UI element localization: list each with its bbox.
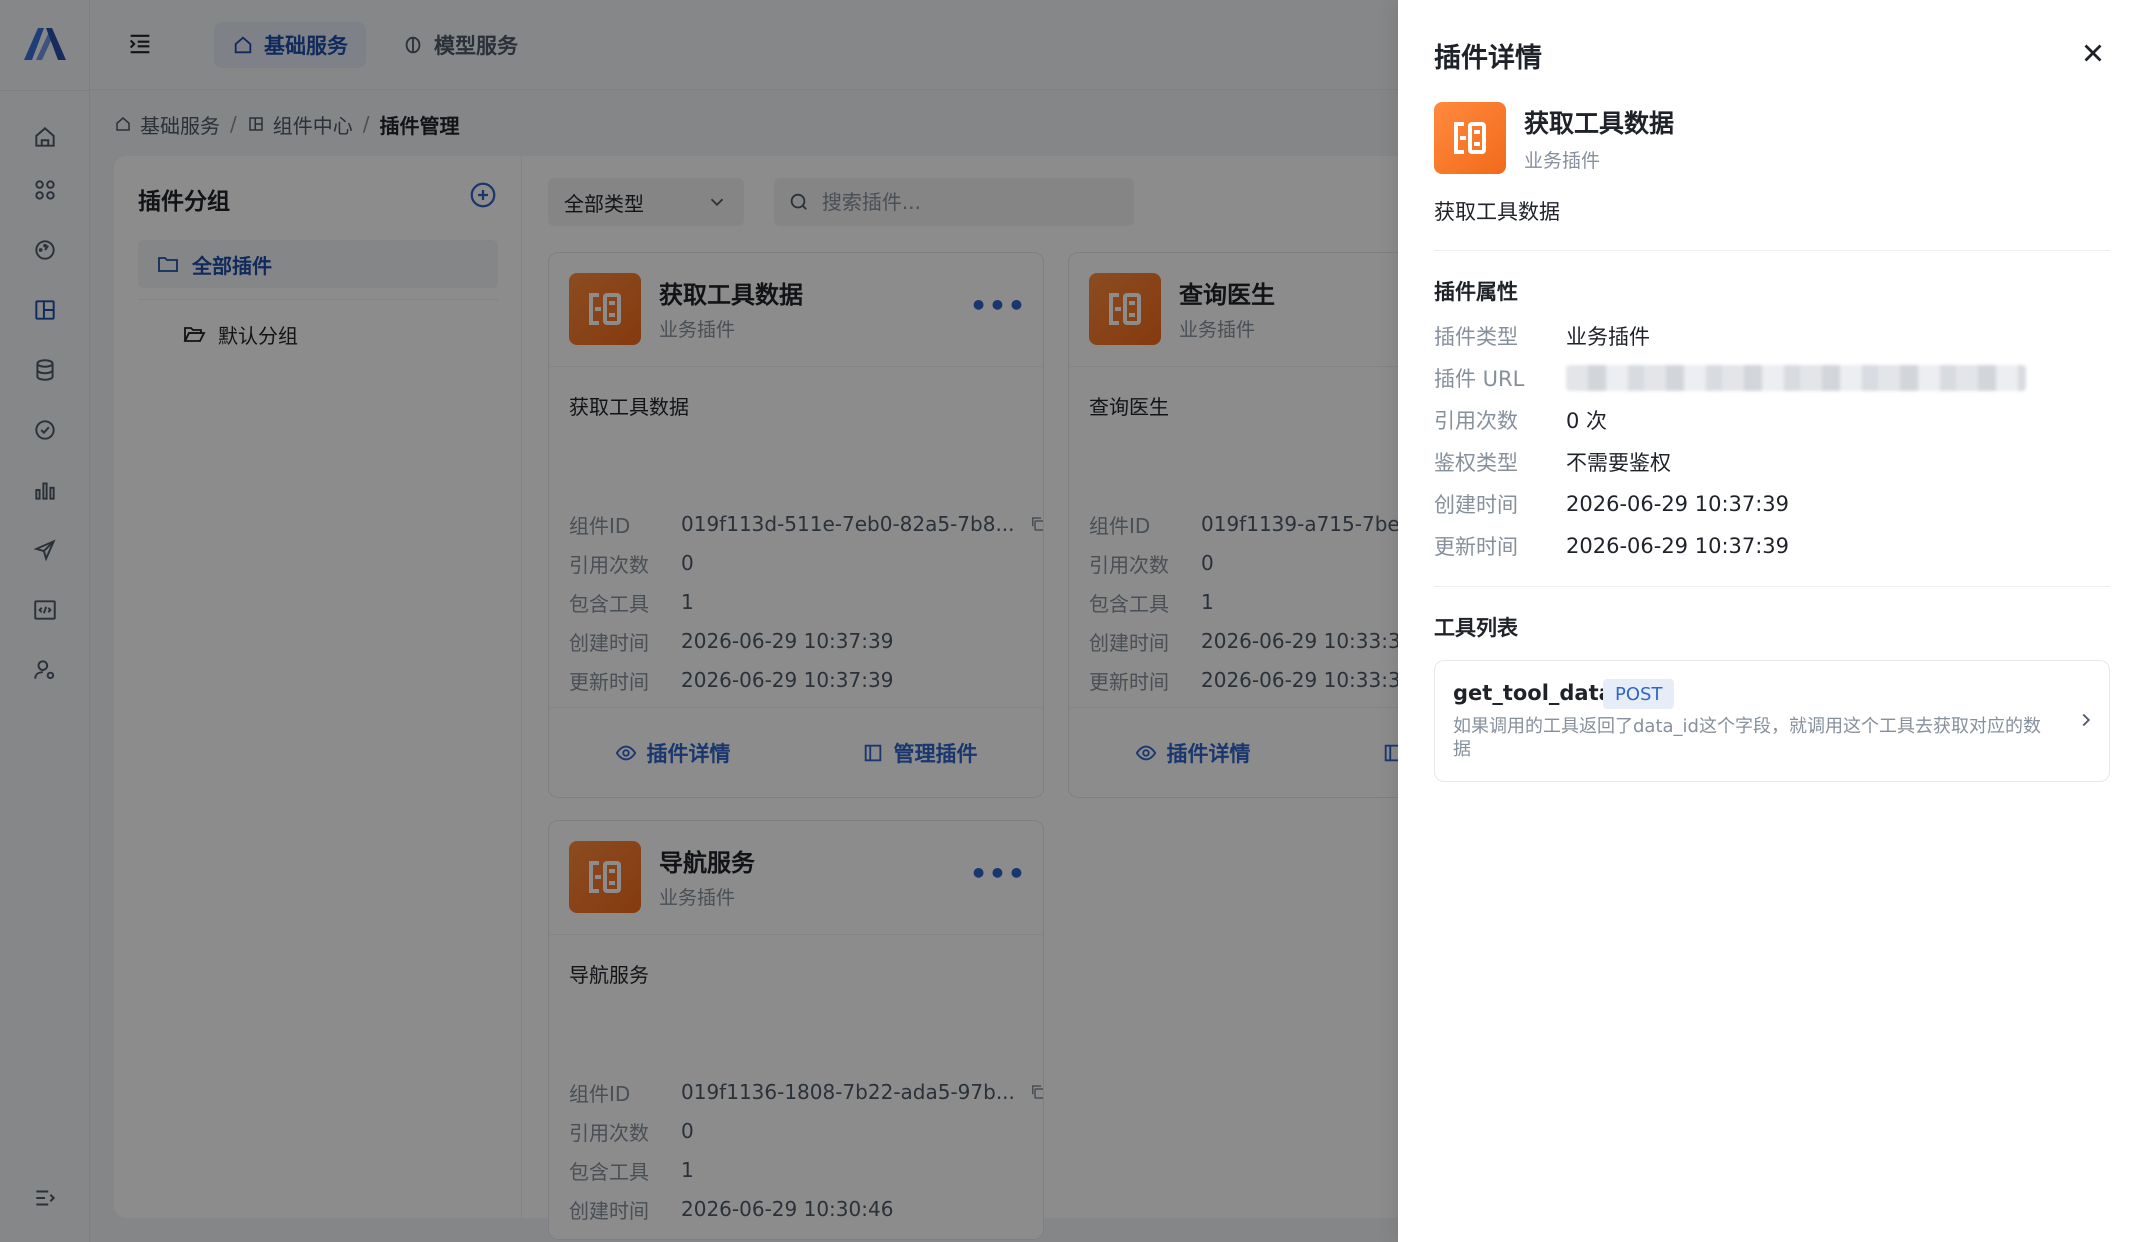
- tool-description: 如果调用的工具返回了data_id这个字段，就调用这个工具去获取对应的数据: [1453, 716, 2041, 760]
- attrs-section-title: 插件属性: [1434, 280, 1518, 304]
- attr-row-updated: 更新时间 2026-06-29 10:37:39: [1434, 530, 1789, 562]
- attr-label: 引用次数: [1434, 409, 1518, 433]
- tool-name: get_tool_data: [1453, 681, 1613, 705]
- plugin-icon: [1434, 102, 1506, 174]
- attr-row-ref-count: 引用次数 0 次: [1434, 404, 1607, 436]
- attr-value: 业务插件: [1566, 325, 1650, 349]
- attr-value: 0 次: [1566, 409, 1608, 433]
- drawer-plugin-type: 业务插件: [1524, 150, 1601, 172]
- attr-value: 2026-06-29 10:37:39: [1566, 534, 1790, 558]
- drawer-title: 插件详情: [1434, 43, 1542, 74]
- tool-list-item[interactable]: get_tool_data POST 如果调用的工具返回了data_id这个字段…: [1434, 660, 2110, 782]
- attr-label: 创建时间: [1434, 493, 1518, 517]
- redacted-url: [1566, 365, 2026, 391]
- attr-row-plugin-type: 插件类型 业务插件: [1434, 320, 1650, 352]
- attr-row-plugin-url: 插件 URL: [1434, 362, 2026, 394]
- plugin-detail-drawer: 插件详情 获取工具数据 业务插件 获取工具数据 插件属性 插件类型 业务插件 插…: [1398, 0, 2148, 1242]
- tools-section-title: 工具列表: [1434, 616, 1518, 640]
- drawer-divider: [1434, 250, 2110, 251]
- drawer-plugin-name: 获取工具数据: [1524, 109, 1675, 138]
- attr-value: 不需要鉴权: [1566, 451, 1671, 475]
- attr-label: 插件 URL: [1434, 367, 1525, 391]
- attr-label: 更新时间: [1434, 535, 1518, 559]
- attr-row-auth-type: 鉴权类型 不需要鉴权: [1434, 446, 1671, 478]
- chevron-right-icon[interactable]: [2075, 709, 2097, 731]
- http-method-badge: POST: [1603, 679, 1675, 709]
- close-icon[interactable]: [2078, 38, 2108, 68]
- drawer-divider: [1434, 586, 2110, 587]
- attr-value: 2026-06-29 10:37:39: [1566, 492, 1790, 516]
- attr-label: 插件类型: [1434, 325, 1518, 349]
- attr-label: 鉴权类型: [1434, 451, 1518, 475]
- attr-row-created: 创建时间 2026-06-29 10:37:39: [1434, 488, 1789, 520]
- drawer-plugin-description: 获取工具数据: [1434, 200, 1560, 224]
